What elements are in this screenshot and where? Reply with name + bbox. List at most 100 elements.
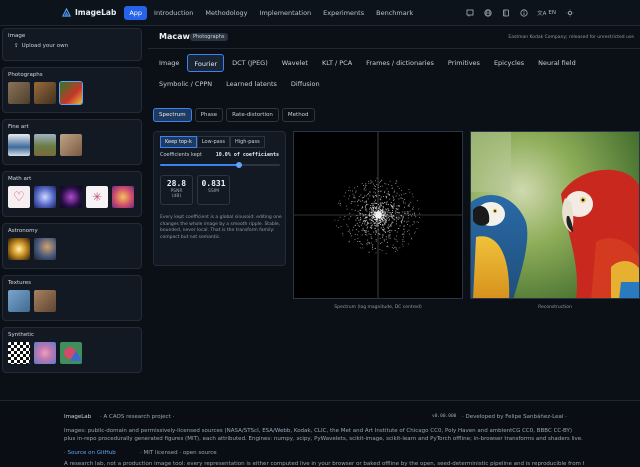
thumb-astro-1[interactable] (8, 238, 30, 260)
spectrum-point (372, 247, 373, 248)
spectrum-view (293, 131, 463, 299)
tab-wavelet[interactable]: Wavelet (276, 54, 314, 72)
spectrum-point (383, 219, 385, 221)
thumb-math-2[interactable] (34, 186, 56, 208)
spectrum-point (402, 198, 404, 199)
thumb-texture-1[interactable] (8, 290, 30, 312)
spectrum-point (383, 218, 385, 219)
globe-icon[interactable] (483, 8, 492, 17)
tab-epicycles[interactable]: Epicycles (488, 54, 530, 72)
tab-primitives[interactable]: Primitives (442, 54, 486, 72)
tab-diffusion[interactable]: Diffusion (285, 75, 326, 93)
spectrum-point (375, 230, 377, 232)
spectrum-point (350, 203, 352, 204)
tab-dct[interactable]: DCT (JPEG) (226, 54, 274, 72)
thumb-photo-2[interactable] (34, 82, 56, 104)
spectrum-point (381, 179, 383, 181)
spectrum-point (368, 251, 370, 253)
spectrum-point (393, 197, 394, 199)
github-link[interactable]: Source on GitHub (68, 450, 116, 456)
spectrum-point (348, 190, 349, 191)
spectrum-point (379, 217, 381, 218)
nav-introduction[interactable]: Introduction (149, 6, 198, 20)
thumb-photo-1[interactable] (8, 82, 30, 104)
spectrum-point (394, 246, 396, 248)
spectrum-point (376, 213, 378, 215)
tab-learned-latents[interactable]: Learned latents (220, 75, 283, 93)
language-switcher[interactable]: 文A EN (537, 9, 556, 17)
thumb-math-1[interactable]: ♡ (8, 186, 30, 208)
spectrum-point (379, 190, 381, 192)
subtab-method[interactable]: Method (281, 108, 315, 122)
spectrum-point (395, 223, 397, 225)
thumb-art-2[interactable] (34, 134, 56, 156)
spectrum-point (411, 193, 413, 195)
spectrum-point (408, 229, 410, 231)
thumb-gradient[interactable] (34, 342, 56, 364)
subtab-phase[interactable]: Phase (194, 108, 224, 122)
mode-low-pass[interactable]: Low-pass (196, 136, 230, 148)
spectrum-point (371, 238, 373, 239)
section-title: Synthetic (8, 332, 34, 338)
spectrum-point (361, 183, 363, 184)
mode-high-pass[interactable]: High-pass (229, 136, 265, 148)
github-link-row[interactable]: · Source on GitHub (64, 450, 116, 456)
thumb-checkerboard[interactable] (8, 342, 30, 364)
theme-toggle-icon[interactable] (565, 8, 574, 17)
thumb-art-1[interactable] (8, 134, 30, 156)
tab-symbolic-cppn[interactable]: Symbolic / CPPN (153, 75, 218, 93)
spectrum-point (348, 198, 350, 200)
slider-handle[interactable] (236, 162, 243, 168)
book-icon[interactable] (501, 8, 510, 17)
nav-app[interactable]: App (124, 5, 148, 20)
spectrum-point (351, 209, 353, 211)
spectrum-point (347, 231, 349, 232)
spectrum-point (378, 195, 380, 196)
spectrum-point (409, 210, 411, 212)
spectrum-point (378, 211, 380, 213)
spectrum-point (359, 247, 361, 249)
spectrum-point (404, 231, 406, 233)
thumb-math-5[interactable] (112, 186, 134, 208)
tab-fourier[interactable]: Fourier (187, 54, 225, 72)
spectrum-point (365, 205, 367, 207)
spectrum-point (357, 186, 358, 187)
subtab-spectrum[interactable]: Spectrum (153, 108, 192, 122)
mode-keep-top-k[interactable]: Keep top-k (160, 136, 197, 148)
subtab-rate-distortion[interactable]: Rate-distortion (226, 108, 279, 122)
spectrum-point (376, 219, 377, 220)
nav-experiments[interactable]: Experiments (318, 6, 369, 20)
spectrum-point (373, 213, 375, 215)
thumb-math-3[interactable] (60, 186, 82, 208)
thumb-shapes[interactable] (60, 342, 82, 364)
view-subtabs: Spectrum Phase Rate-distortion Method (153, 108, 315, 122)
coefficients-label: Coefficients kept (160, 152, 202, 158)
spectrum-point (403, 202, 404, 204)
thumb-astro-2[interactable] (34, 238, 56, 260)
tab-frames[interactable]: Frames / dictionaries (360, 54, 440, 72)
spectrum-point (385, 232, 386, 233)
spectrum-point (401, 233, 403, 235)
tab-image[interactable]: Image (153, 54, 185, 72)
spectrum-point (383, 211, 384, 213)
thumb-art-3[interactable] (60, 134, 82, 156)
coefficients-slider[interactable] (160, 162, 280, 168)
spectrum-point (337, 219, 339, 221)
nav-methodology[interactable]: Methodology (200, 6, 252, 20)
tab-neural-field[interactable]: Neural field (532, 54, 582, 72)
thumb-macaws[interactable] (59, 81, 83, 105)
info-icon[interactable] (519, 8, 528, 17)
thumb-math-4[interactable]: ✳ (86, 186, 108, 208)
spectrum-point (375, 192, 376, 194)
spectrum-point (402, 211, 404, 213)
report-icon[interactable] (465, 8, 474, 17)
nav-implementation[interactable]: Implementation (255, 6, 317, 20)
spectrum-point (354, 209, 356, 211)
tab-klt-pca[interactable]: KLT / PCA (316, 54, 358, 72)
nav-benchmark[interactable]: Benchmark (371, 6, 418, 20)
thumb-texture-2[interactable] (34, 290, 56, 312)
spectrum-point (396, 192, 398, 194)
spectrum-point (405, 213, 407, 215)
upload-button[interactable]: ⇪ Upload your own (8, 43, 136, 49)
brand[interactable]: ImageLab (62, 8, 116, 17)
